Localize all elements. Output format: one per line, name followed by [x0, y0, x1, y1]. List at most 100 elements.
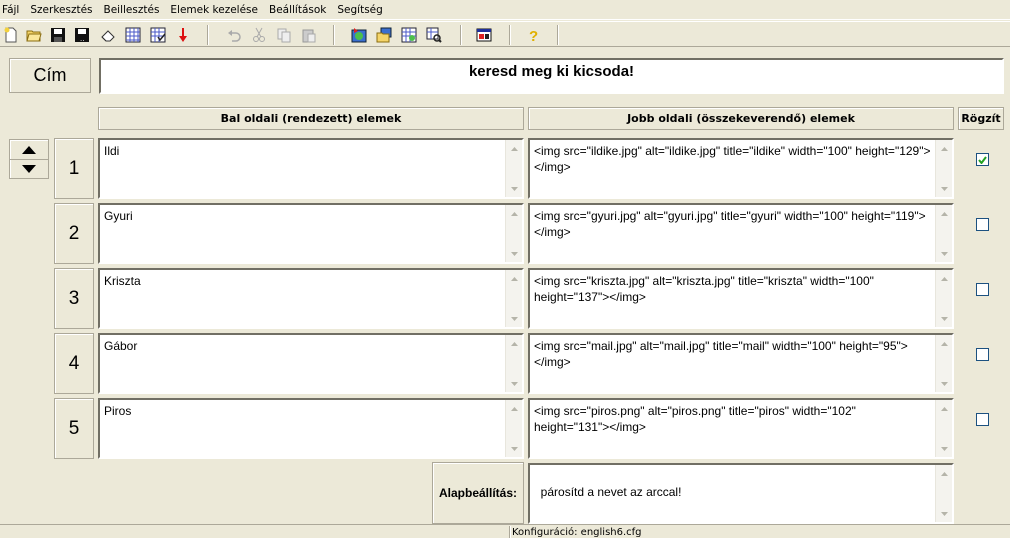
left-item-textarea[interactable]: Gábor — [98, 333, 524, 394]
svg-text:?: ? — [529, 28, 538, 43]
menu-bar: Fájl Szerkesztés Beillesztés Elemek keze… — [0, 0, 1010, 20]
grid-check-icon[interactable] — [147, 25, 169, 45]
save-as-icon[interactable]: .. — [71, 25, 93, 45]
status-config: Konfiguráció: english6.cfg — [509, 526, 1010, 538]
scroll-down-arrow-icon[interactable] — [507, 441, 522, 456]
status-bar: Konfiguráció: english6.cfg — [0, 524, 1010, 538]
menu-elements[interactable]: Elemek kezelése — [170, 4, 263, 16]
left-item-text: Ildi — [104, 144, 120, 158]
scrollbar[interactable] — [505, 140, 522, 197]
scroll-down-arrow-icon[interactable] — [937, 376, 952, 391]
menu-file[interactable]: Fájl — [2, 4, 24, 16]
scrollbar[interactable] — [935, 270, 952, 327]
scroll-down-arrow-icon[interactable] — [937, 246, 952, 261]
grid-icon[interactable] — [122, 25, 144, 45]
left-item-textarea[interactable]: Kriszta — [98, 268, 524, 329]
right-item-text: <img src="mail.jpg" alt="mail.jpg" title… — [534, 339, 908, 369]
menu-help[interactable]: Segítség — [337, 4, 387, 16]
scroll-down-arrow-icon[interactable] — [507, 181, 522, 196]
scrollbar[interactable] — [935, 400, 952, 457]
left-column-header: Bal oldali (rendezett) elemek — [98, 107, 524, 130]
scrollbar[interactable] — [505, 270, 522, 327]
right-item-textarea[interactable]: <img src="piros.png" alt="piros.png" tit… — [528, 398, 954, 459]
scroll-up-arrow-icon[interactable] — [507, 206, 522, 221]
scroll-up-arrow-icon[interactable] — [507, 271, 522, 286]
default-label: Alapbeállítás: — [432, 462, 524, 524]
right-item-text: <img src="piros.png" alt="piros.png" tit… — [534, 404, 860, 434]
scroll-down-arrow-icon[interactable] — [507, 376, 522, 391]
scroll-down-arrow-icon[interactable] — [937, 506, 952, 521]
web-settings-icon[interactable] — [398, 25, 420, 45]
new-icon[interactable] — [0, 25, 22, 45]
web-export-icon[interactable] — [348, 25, 370, 45]
scrollbar[interactable] — [935, 140, 952, 197]
row-number: 1 — [54, 138, 94, 199]
right-column-header: Jobb oldali (összekeverendő) elemek — [528, 107, 954, 130]
scroll-up-arrow-icon[interactable] — [937, 336, 952, 351]
lock-checkbox[interactable] — [976, 218, 989, 231]
scroll-up-arrow-icon[interactable] — [937, 271, 952, 286]
move-up-button[interactable] — [10, 140, 48, 159]
help-icon[interactable]: ? — [523, 25, 545, 45]
lock-checkbox[interactable] — [976, 283, 989, 296]
left-item-text: Gyuri — [104, 209, 133, 223]
scroll-down-arrow-icon[interactable] — [937, 441, 952, 456]
left-item-textarea[interactable]: Piros — [98, 398, 524, 459]
default-text: párosítd a nevet az arccal! — [540, 485, 682, 499]
window-icon[interactable] — [473, 25, 495, 45]
web-open-icon[interactable] — [373, 25, 395, 45]
menu-edit[interactable]: Szerkesztés — [30, 4, 97, 16]
scroll-up-arrow-icon[interactable] — [937, 466, 952, 481]
toolbar: .. ? — [0, 21, 1010, 47]
right-item-text: <img src="gyuri.jpg" alt="gyuri.jpg" tit… — [534, 209, 926, 239]
right-item-textarea[interactable]: <img src="kriszta.jpg" alt="kriszta.jpg"… — [528, 268, 954, 329]
scrollbar[interactable] — [935, 335, 952, 392]
menu-settings[interactable]: Beállítások — [269, 4, 331, 16]
scrollbar[interactable] — [935, 465, 952, 522]
scrollbar[interactable] — [505, 205, 522, 262]
lock-checkbox[interactable] — [976, 413, 989, 426]
scrollbar[interactable] — [935, 205, 952, 262]
row-number: 5 — [54, 398, 94, 459]
scroll-down-arrow-icon[interactable] — [507, 311, 522, 326]
checkmark-icon — [978, 155, 987, 164]
scroll-down-arrow-icon[interactable] — [937, 181, 952, 196]
cut-icon[interactable] — [248, 25, 270, 45]
title-input[interactable]: keresd meg ki kicsoda! — [99, 58, 1004, 94]
lock-checkbox[interactable] — [976, 348, 989, 361]
copy-icon[interactable] — [273, 25, 295, 45]
right-item-textarea[interactable]: <img src="gyuri.jpg" alt="gyuri.jpg" tit… — [528, 203, 954, 264]
erase-icon[interactable] — [97, 25, 119, 45]
down-arrow-icon[interactable] — [172, 25, 194, 45]
default-textarea[interactable]: párosítd a nevet az arccal! — [528, 463, 954, 524]
left-item-text: Kriszta — [104, 274, 141, 288]
row-number: 4 — [54, 333, 94, 394]
scroll-up-arrow-icon[interactable] — [937, 401, 952, 416]
lock-checkbox[interactable] — [976, 153, 989, 166]
menu-insert[interactable]: Beillesztés — [104, 4, 165, 16]
scroll-up-arrow-icon[interactable] — [937, 206, 952, 221]
scroll-up-arrow-icon[interactable] — [507, 401, 522, 416]
scroll-up-arrow-icon[interactable] — [507, 141, 522, 156]
save-icon[interactable] — [47, 25, 69, 45]
scrollbar[interactable] — [505, 400, 522, 457]
right-item-textarea[interactable]: <img src="mail.jpg" alt="mail.jpg" title… — [528, 333, 954, 394]
scroll-down-arrow-icon[interactable] — [937, 311, 952, 326]
left-item-text: Gábor — [104, 339, 138, 353]
left-item-textarea[interactable]: Ildi — [98, 138, 524, 199]
left-item-textarea[interactable]: Gyuri — [98, 203, 524, 264]
scrollbar[interactable] — [505, 335, 522, 392]
row-number: 2 — [54, 203, 94, 264]
scroll-down-arrow-icon[interactable] — [507, 246, 522, 261]
right-item-textarea[interactable]: <img src="ildike.jpg" alt="ildike.jpg" t… — [528, 138, 954, 199]
scroll-up-arrow-icon[interactable] — [507, 336, 522, 351]
undo-icon[interactable] — [223, 25, 245, 45]
web-preview-icon[interactable] — [423, 25, 445, 45]
open-icon[interactable] — [23, 25, 45, 45]
title-label: Cím — [9, 58, 91, 93]
move-down-button[interactable] — [10, 159, 48, 178]
paste-icon[interactable] — [298, 25, 320, 45]
scroll-up-arrow-icon[interactable] — [937, 141, 952, 156]
right-item-text: <img src="ildike.jpg" alt="ildike.jpg" t… — [534, 144, 931, 174]
triangle-up-icon — [22, 145, 36, 154]
